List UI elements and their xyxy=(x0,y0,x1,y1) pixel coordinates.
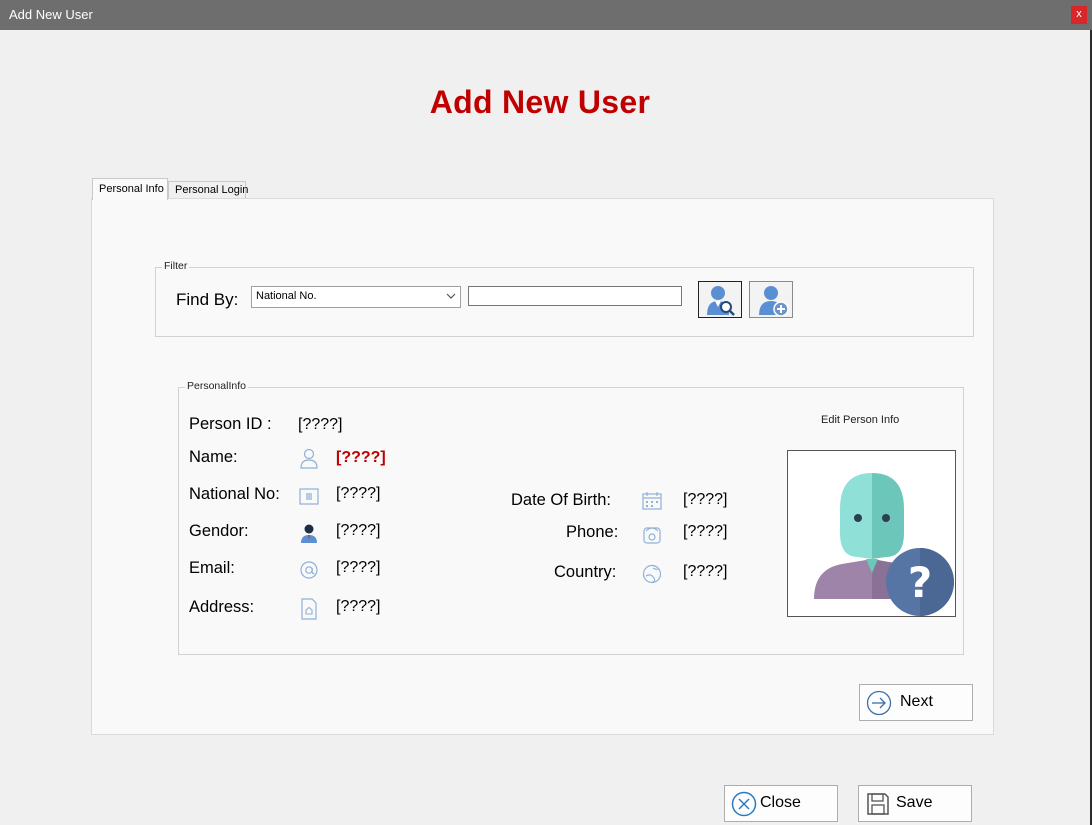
tab-personal-info[interactable]: Personal Info xyxy=(92,178,168,200)
search-input[interactable] xyxy=(468,286,682,306)
date-of-birth-label: Date Of Birth: xyxy=(511,491,611,509)
edit-person-info-link[interactable]: Edit Person Info xyxy=(821,414,899,426)
filter-legend: Filter xyxy=(162,260,190,272)
person-id-value: [????] xyxy=(298,416,343,433)
person-photo: ? xyxy=(787,450,956,617)
address-value: [????] xyxy=(336,598,381,615)
close-button-label: Close xyxy=(760,794,801,811)
man-icon xyxy=(301,524,317,543)
globe-icon xyxy=(642,564,662,584)
national-no-label: National No: xyxy=(189,485,280,503)
address-document-icon xyxy=(301,598,317,620)
id-card-icon xyxy=(299,488,319,505)
person-id-label: Person ID : xyxy=(189,415,272,433)
window-title: Add New User xyxy=(9,7,93,22)
next-button[interactable]: Next xyxy=(859,684,973,721)
phone-label: Phone: xyxy=(566,523,619,541)
save-icon xyxy=(867,793,889,815)
national-no-value: [????] xyxy=(336,485,381,502)
user-icon xyxy=(300,448,318,469)
personal-info-group: PersonalInfo Person ID : [????] Name: [?… xyxy=(178,380,964,655)
phone-value: [????] xyxy=(683,523,728,540)
phone-icon xyxy=(643,527,661,544)
find-by-select[interactable]: National No. xyxy=(251,286,461,308)
find-by-label: Find By: xyxy=(176,290,239,309)
tab-panel: Filter Find By: National No. PersonalInf… xyxy=(91,198,994,735)
filter-group: Filter Find By: National No. xyxy=(155,260,974,337)
personal-info-legend: PersonalInfo xyxy=(185,380,248,392)
title-bar: Add New User x xyxy=(0,0,1092,30)
page-title: Add New User xyxy=(429,84,651,120)
country-value: [????] xyxy=(683,563,728,580)
address-label: Address: xyxy=(189,598,255,616)
calendar-icon xyxy=(642,492,662,510)
svg-text:?: ? xyxy=(908,558,932,607)
add-person-button[interactable] xyxy=(749,281,793,318)
arrow-right-circle-icon xyxy=(866,690,892,716)
next-button-label: Next xyxy=(900,693,933,710)
name-value: [????] xyxy=(336,449,386,466)
email-value: [????] xyxy=(336,559,381,576)
name-label: Name: xyxy=(189,448,238,466)
gender-value: [????] xyxy=(336,522,381,539)
at-sign-icon xyxy=(300,561,318,579)
tab-personal-login[interactable]: Personal Login xyxy=(168,181,249,199)
close-circle-icon xyxy=(731,791,757,817)
person-search-icon xyxy=(707,286,735,316)
close-button[interactable]: Close xyxy=(724,785,838,822)
person-add-icon xyxy=(759,286,789,317)
chevron-down-icon xyxy=(446,293,456,299)
save-button[interactable]: Save xyxy=(858,785,972,822)
find-by-selected-value: National No. xyxy=(256,290,317,302)
unknown-person-image: ? xyxy=(814,473,954,616)
save-button-label: Save xyxy=(896,794,933,811)
country-label: Country: xyxy=(554,563,617,581)
date-of-birth-value: [????] xyxy=(683,491,728,508)
window-close-button[interactable]: x xyxy=(1071,6,1087,24)
tab-label: Personal Login xyxy=(175,184,249,196)
tab-label: Personal Info xyxy=(99,183,164,195)
find-person-button[interactable] xyxy=(698,281,742,318)
gender-label: Gendor: xyxy=(189,522,249,540)
email-label: Email: xyxy=(189,559,235,577)
